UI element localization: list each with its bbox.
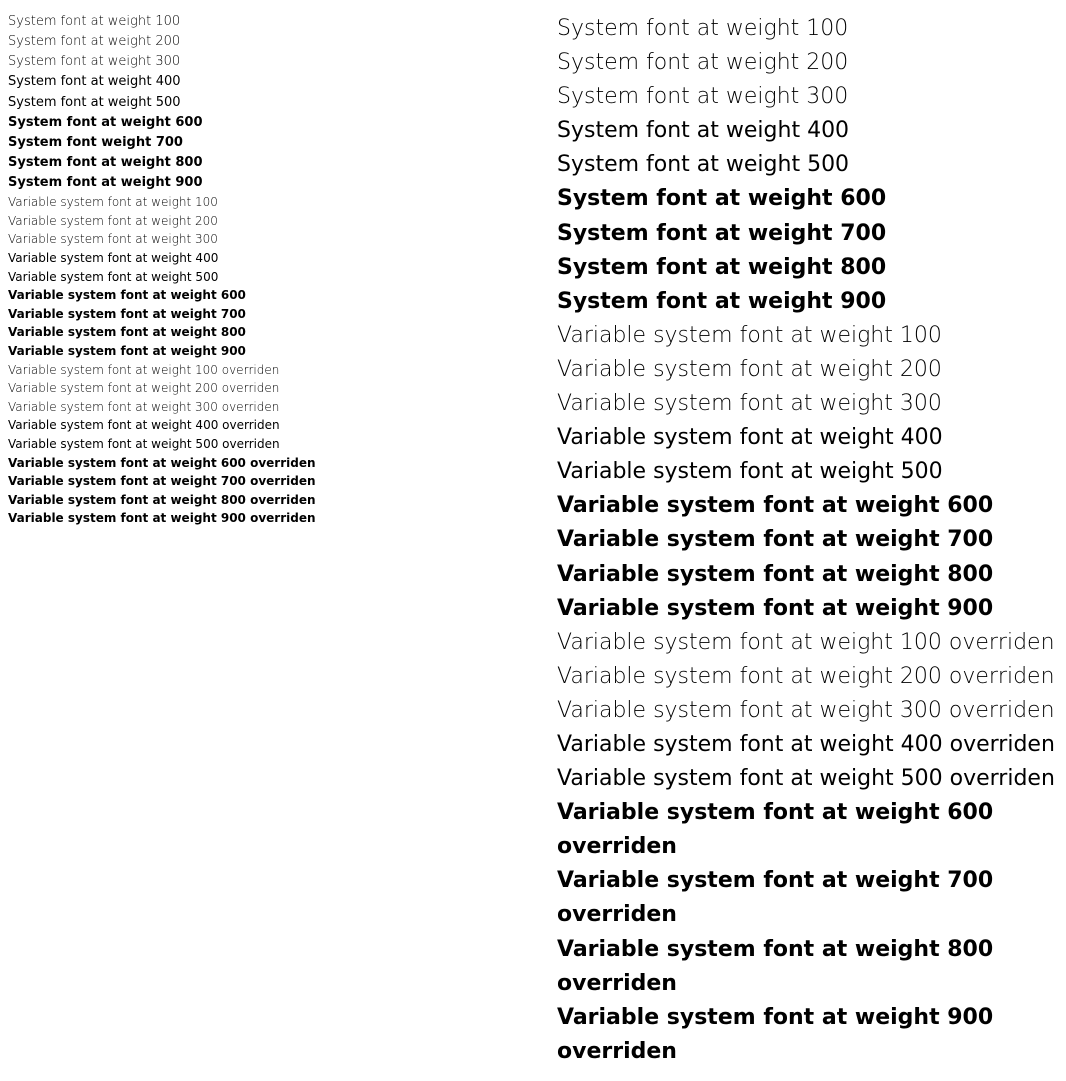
- left-text-item: Variable system font at weight 100: [8, 193, 509, 212]
- right-text-item: Variable system font at weight 800 overr…: [557, 933, 1058, 1001]
- left-text-item: System font at weight 800: [8, 153, 509, 173]
- left-text-item: Variable system font at weight 800: [8, 323, 509, 342]
- right-text-item: Variable system font at weight 700: [557, 523, 1058, 557]
- left-text-item: System font weight 700: [8, 133, 509, 153]
- left-text-item: Variable system font at weight 400: [8, 249, 509, 268]
- left-text-item: System font at weight 900: [8, 173, 509, 193]
- right-text-item: Variable system font at weight 200 overr…: [557, 660, 1058, 694]
- right-text-item: System font at weight 100: [557, 12, 1058, 46]
- main-container: System font at weight 100System font at …: [0, 0, 1066, 1081]
- left-text-item: Variable system font at weight 300 overr…: [8, 398, 509, 417]
- right-text-item: System font at weight 600: [557, 182, 1058, 216]
- right-text-item: System font at weight 400: [557, 114, 1058, 148]
- left-column: System font at weight 100System font at …: [0, 8, 517, 1073]
- left-text-item: Variable system font at weight 900: [8, 342, 509, 361]
- left-text-item: Variable system font at weight 500: [8, 268, 509, 287]
- left-text-item: Variable system font at weight 300: [8, 230, 509, 249]
- right-text-item: System font at weight 900: [557, 285, 1058, 319]
- right-text-item: Variable system font at weight 600 overr…: [557, 796, 1058, 864]
- left-text-item: System font at weight 300: [8, 52, 509, 72]
- left-text-item: Variable system font at weight 200 overr…: [8, 379, 509, 398]
- left-text-item: Variable system font at weight 100 overr…: [8, 361, 509, 380]
- right-text-item: Variable system font at weight 500: [557, 455, 1058, 489]
- left-text-item: Variable system font at weight 700: [8, 305, 509, 324]
- right-text-item: Variable system font at weight 900 overr…: [557, 1001, 1058, 1069]
- right-text-item: Variable system font at weight 100 overr…: [557, 626, 1058, 660]
- right-text-item: Variable system font at weight 700 overr…: [557, 864, 1058, 932]
- right-text-item: Variable system font at weight 100: [557, 319, 1058, 353]
- right-text-item: Variable system font at weight 400: [557, 421, 1058, 455]
- left-text-item: Variable system font at weight 700 overr…: [8, 472, 509, 491]
- left-text-item: Variable system font at weight 500 overr…: [8, 435, 509, 454]
- right-text-item: Variable system font at weight 200: [557, 353, 1058, 387]
- right-text-item: Variable system font at weight 300 overr…: [557, 694, 1058, 728]
- right-text-item: System font at weight 200: [557, 46, 1058, 80]
- right-text-item: Variable system font at weight 900: [557, 592, 1058, 626]
- right-text-item: Variable system font at weight 300: [557, 387, 1058, 421]
- right-text-item: System font at weight 300: [557, 80, 1058, 114]
- left-text-item: Variable system font at weight 600: [8, 286, 509, 305]
- right-text-item: Variable system font at weight 600: [557, 489, 1058, 523]
- right-column: System font at weight 100System font at …: [517, 8, 1066, 1073]
- left-text-item: Variable system font at weight 800 overr…: [8, 491, 509, 510]
- left-text-item: System font at weight 500: [8, 93, 509, 113]
- right-text-item: Variable system font at weight 500 overr…: [557, 762, 1058, 796]
- left-text-item: System font at weight 200: [8, 32, 509, 52]
- right-text-item: System font at weight 700: [557, 217, 1058, 251]
- left-text-item: Variable system font at weight 200: [8, 212, 509, 231]
- left-text-item: Variable system font at weight 600 overr…: [8, 454, 509, 473]
- right-text-item: Variable system font at weight 400 overr…: [557, 728, 1058, 762]
- left-text-item: Variable system font at weight 400 overr…: [8, 416, 509, 435]
- left-text-item: System font at weight 400: [8, 72, 509, 92]
- left-text-item: System font at weight 100: [8, 12, 509, 32]
- left-text-item: System font at weight 600: [8, 113, 509, 133]
- left-text-item: Variable system font at weight 900 overr…: [8, 509, 509, 528]
- right-text-item: Variable system font at weight 800: [557, 558, 1058, 592]
- right-text-item: System font at weight 500: [557, 148, 1058, 182]
- right-text-item: System font at weight 800: [557, 251, 1058, 285]
